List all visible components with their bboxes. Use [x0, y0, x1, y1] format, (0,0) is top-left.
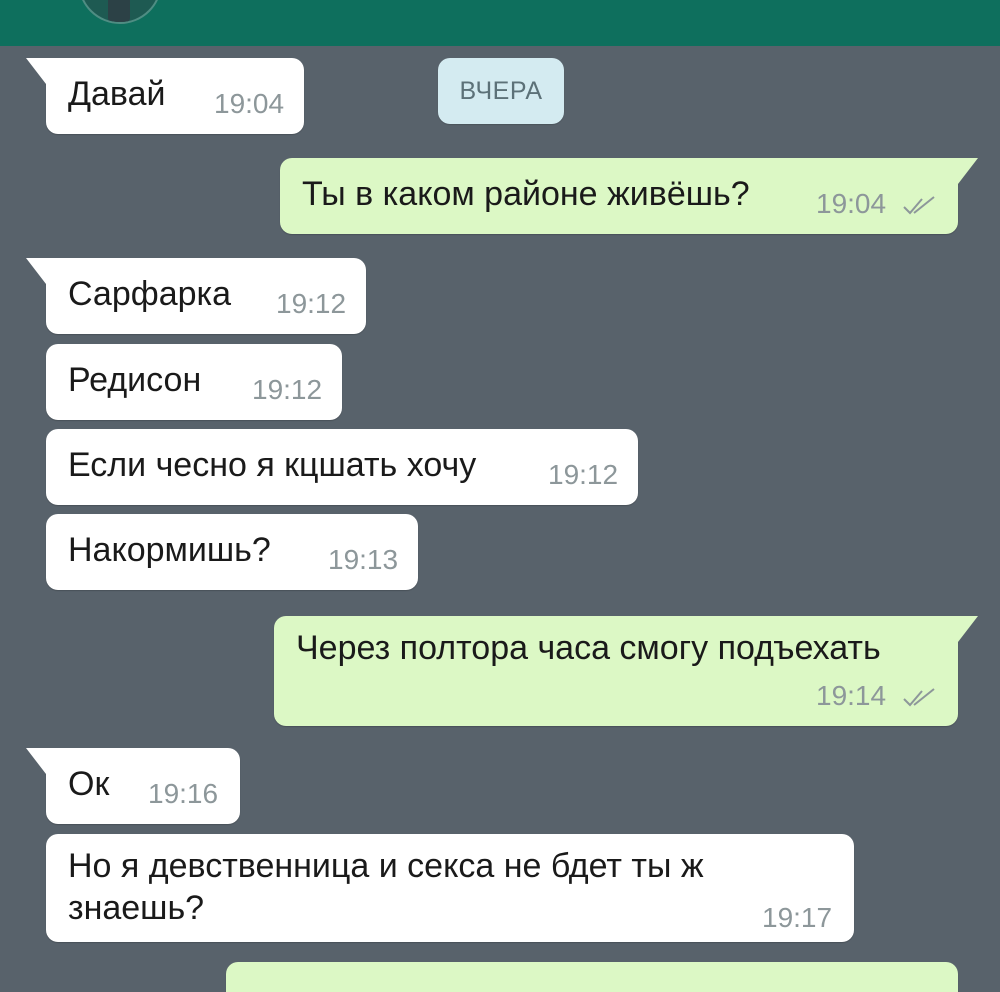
message-bubble-outgoing-partial: [226, 962, 958, 992]
message-text: Давай: [68, 75, 166, 113]
message-bubble-outgoing[interactable]: Через полтора часа смогу подъехать 19:14: [274, 616, 958, 726]
message-text: Ок: [68, 765, 110, 803]
message-text: Ты в каком районе живёшь?: [302, 175, 750, 213]
double-check-icon: [903, 196, 935, 215]
message-text: Через полтора часа смогу подъехать: [296, 629, 881, 667]
message-time: 19:13: [328, 544, 399, 575]
message-time: 19:12: [252, 374, 323, 405]
message-time: 19:04: [816, 188, 887, 219]
message-text: Если чесно я кцшать хочу: [68, 446, 477, 484]
message-bubble-outgoing[interactable]: Ты в каком районе живёшь? 19:04: [280, 158, 958, 234]
message-time: 19:12: [276, 288, 347, 319]
date-divider: ВЧЕРА: [438, 58, 564, 124]
message-text: Сарфарка: [68, 275, 232, 313]
contact-avatar[interactable]: [78, 0, 162, 24]
message-bubble-incoming[interactable]: Но я девственница и секса не бдет ты ж з…: [46, 834, 854, 942]
message-bubble-incoming[interactable]: Если чесно я кцшать хочу 19:12: [46, 429, 638, 505]
message-time: 19:17: [762, 902, 833, 933]
message-bubble-incoming[interactable]: Ок 19:16: [46, 748, 240, 824]
message-time: 19:12: [548, 459, 619, 490]
double-check-icon: [903, 688, 935, 707]
message-time: 19:16: [148, 778, 219, 809]
message-bubble-incoming[interactable]: Давай 19:04: [46, 58, 304, 134]
message-text: Накормишь?: [68, 531, 271, 569]
message-bubble-incoming[interactable]: Накормишь? 19:13: [46, 514, 418, 590]
message-bubble-incoming[interactable]: Сарфарка 19:12: [46, 258, 366, 334]
message-text: Редисон: [68, 361, 202, 399]
message-time: 19:14: [816, 680, 887, 711]
chat-header: [0, 0, 1000, 46]
message-text-line-1: Но я девственница и секса не бдет ты ж: [68, 847, 704, 885]
message-bubble-incoming[interactable]: Редисон 19:12: [46, 344, 342, 420]
message-time: 19:04: [214, 88, 285, 119]
message-text-line-2: знаешь?: [68, 889, 205, 927]
